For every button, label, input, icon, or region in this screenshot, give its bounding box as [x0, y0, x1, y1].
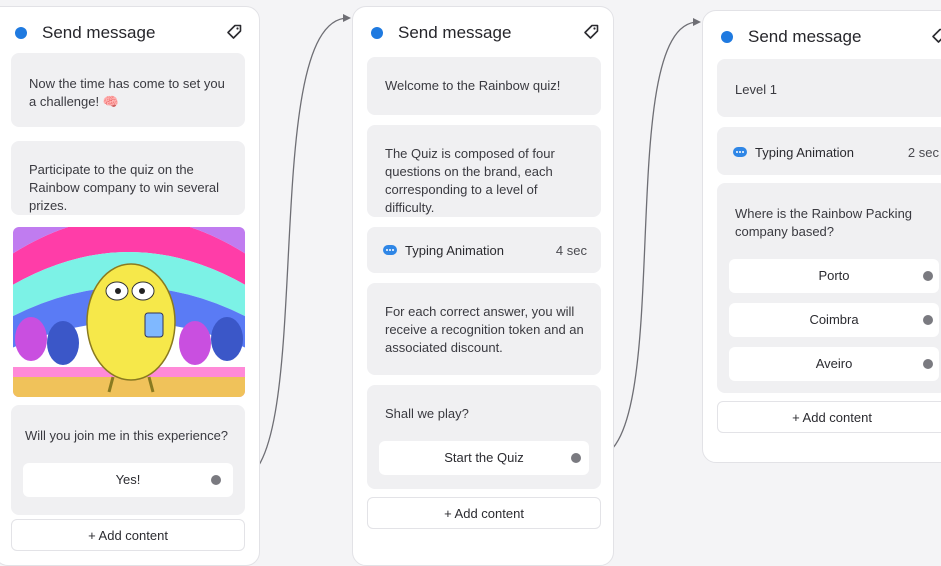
connector-handle-icon[interactable]: [571, 453, 581, 463]
question-block[interactable]: Where is the Rainbow Packing company bas…: [717, 183, 941, 393]
image-block[interactable]: [13, 227, 245, 397]
option-label: Aveiro: [815, 356, 853, 371]
question-text: Will you join me in this experience?: [25, 428, 229, 443]
add-content-button[interactable]: + Add content: [367, 497, 601, 529]
card-title: Send message: [398, 23, 512, 42]
blue-dot-icon: [371, 27, 383, 39]
text-block-reward[interactable]: For each correct answer, you will receiv…: [367, 283, 601, 375]
add-content-button[interactable]: + Add content: [11, 519, 245, 551]
typing-bubble-icon: [733, 147, 747, 157]
yes-button[interactable]: Yes!: [23, 463, 233, 497]
option-label: Porto: [818, 268, 850, 283]
connector-handle-icon[interactable]: [923, 315, 933, 325]
typing-label: Typing Animation: [755, 145, 855, 160]
text-block-level[interactable]: Level 1: [717, 59, 941, 117]
option-label: Coimbra: [809, 312, 859, 327]
blue-dot-icon: [721, 31, 733, 43]
add-content-button[interactable]: + Add content: [717, 401, 941, 433]
text-block-challenge[interactable]: Now the time has come to set you a chall…: [11, 53, 245, 127]
typing-label: Typing Animation: [405, 243, 505, 258]
wire-arrowhead-card3: [693, 18, 701, 26]
question-text: Where is the Rainbow Packing company bas…: [735, 206, 913, 239]
question-block[interactable]: Will you join me in this experience? Yes…: [11, 405, 245, 515]
typing-bubble-icon: [383, 245, 397, 255]
question-text: Shall we play?: [385, 406, 469, 421]
text-block-composed[interactable]: The Quiz is composed of four questions o…: [367, 125, 601, 217]
tag-icon[interactable]: [583, 24, 599, 40]
blue-dot-icon: [15, 27, 27, 39]
option-porto-button[interactable]: Porto: [729, 259, 939, 293]
card-header: Send message: [703, 11, 941, 57]
message-text: Participate to the quiz on the Rainbow c…: [29, 162, 220, 213]
message-text: For each correct answer, you will receiv…: [385, 304, 584, 355]
message-text: Now the time has come to set you a chall…: [29, 76, 225, 109]
wire-arrowhead-card2: [343, 14, 351, 22]
typing-duration: 2 sec: [907, 145, 939, 160]
card-header: Send message: [0, 7, 259, 53]
typing-animation-block[interactable]: Typing Animation 4 sec: [367, 227, 601, 273]
start-quiz-button[interactable]: Start the Quiz: [379, 441, 589, 475]
connector-handle-icon[interactable]: [923, 271, 933, 281]
option-aveiro-button[interactable]: Aveiro: [729, 347, 939, 381]
card-title: Send message: [748, 27, 862, 46]
typing-duration: 4 sec: [555, 243, 587, 258]
text-block-welcome[interactable]: Welcome to the Rainbow quiz!: [367, 57, 601, 115]
message-text: Welcome to the Rainbow quiz!: [385, 78, 561, 93]
add-content-label: + Add content: [88, 528, 168, 543]
message-text: Level 1: [735, 82, 777, 97]
send-message-card-3[interactable]: Send message Level 1 Typing Animation 2 …: [702, 10, 941, 463]
tag-icon[interactable]: [931, 28, 941, 44]
send-message-card-1[interactable]: Send message Now the time has come to se…: [0, 6, 260, 566]
cartoon-rainbow-illustration: [13, 227, 245, 397]
typing-animation-block[interactable]: Typing Animation 2 sec: [717, 127, 941, 175]
add-content-label: + Add content: [792, 410, 872, 425]
card-header: Send message: [353, 7, 613, 53]
connector-handle-icon[interactable]: [211, 475, 221, 485]
button-label: Start the Quiz: [444, 450, 524, 465]
send-message-card-2[interactable]: Send message Welcome to the Rainbow quiz…: [352, 6, 614, 566]
connector-handle-icon[interactable]: [923, 359, 933, 369]
button-label: Yes!: [115, 472, 141, 487]
tag-icon[interactable]: [226, 24, 242, 40]
text-block-participate[interactable]: Participate to the quiz on the Rainbow c…: [11, 141, 245, 215]
card-title: Send message: [42, 23, 156, 42]
option-coimbra-button[interactable]: Coimbra: [729, 303, 939, 337]
message-text: The Quiz is composed of four questions o…: [385, 146, 555, 215]
question-block[interactable]: Shall we play? Start the Quiz: [367, 385, 601, 489]
add-content-label: + Add content: [444, 506, 524, 521]
